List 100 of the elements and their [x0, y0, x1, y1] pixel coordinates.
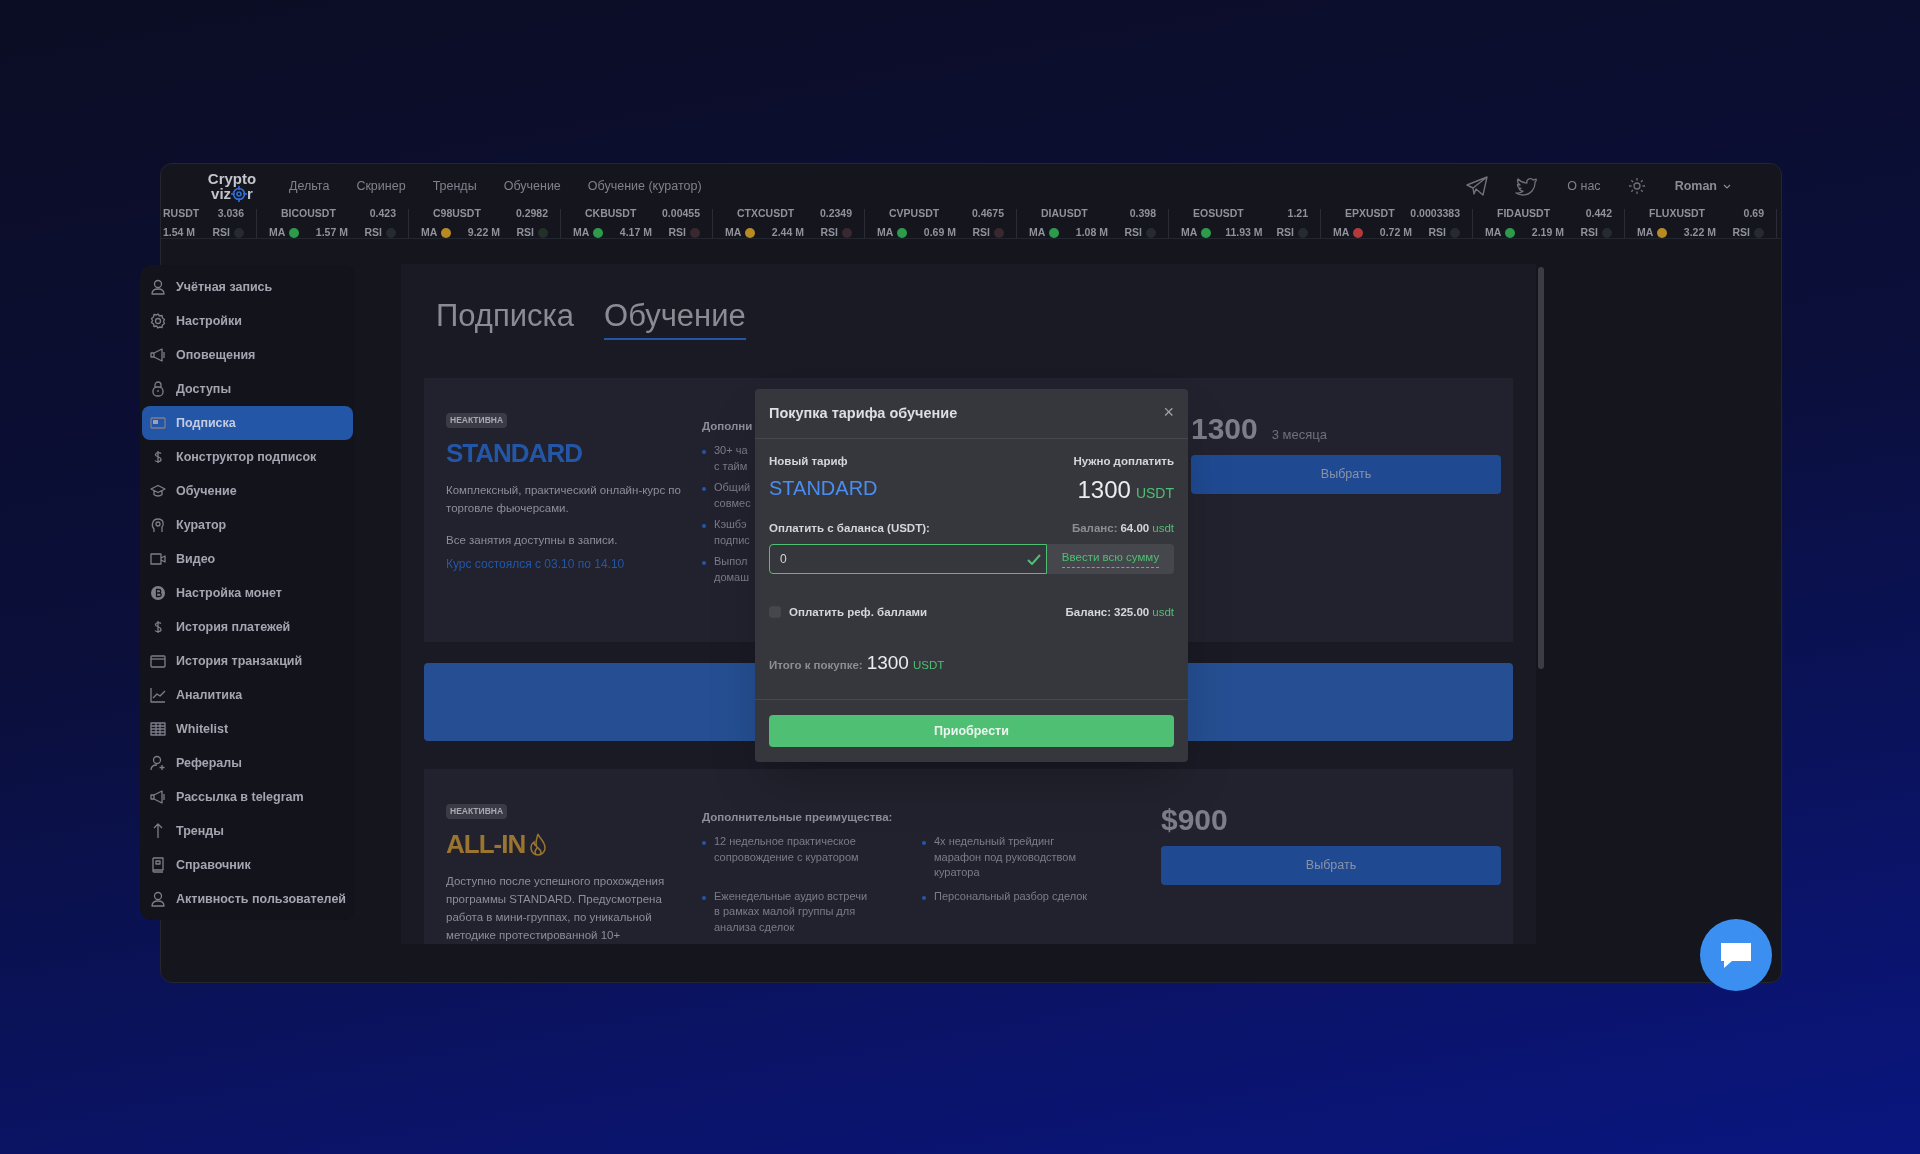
- sidebar-item[interactable]: История платежей: [142, 610, 353, 644]
- logo-text: r: [247, 186, 253, 202]
- ticker-volume: 1.57 M: [315, 224, 348, 238]
- currency-label: USDT: [912, 657, 945, 673]
- ticker-price: 0.69: [1743, 208, 1764, 222]
- rsi-label: RSI: [972, 224, 990, 238]
- sidebar-item[interactable]: Рефералы: [142, 746, 353, 780]
- ticker-volume: 4.17 M: [619, 224, 652, 238]
- sidebar-item[interactable]: Оповещения: [142, 338, 353, 372]
- currency-label: usdt: [1152, 604, 1174, 620]
- ticker-symbol: FLUXUSDT: [1649, 208, 1705, 222]
- sidebar-item[interactable]: Обучение: [142, 474, 353, 508]
- ticker-symbol: DIAUSDT: [1041, 208, 1088, 222]
- nav-link[interactable]: Скринер: [356, 176, 406, 196]
- ticker-volume: 0.72 M: [1379, 224, 1412, 238]
- balance-label: Баланс:: [1065, 604, 1112, 620]
- rsi-label: RSI: [212, 224, 230, 238]
- benefit-text: Кэшбэ подпис: [714, 517, 750, 548]
- benefit-text: 12 недельное практическое сопровождение с куратором: [714, 834, 859, 865]
- ticker-symbol: EPXUSDT: [1345, 208, 1395, 222]
- plan-name: ALL-IN: [446, 828, 526, 861]
- close-button[interactable]: ×: [1163, 402, 1174, 421]
- amount-value: 1300: [1077, 475, 1131, 506]
- ticker-volume: 9.22 M: [467, 224, 500, 238]
- ticker-volume: 1.08 M: [1075, 224, 1108, 238]
- rsi-label: RSI: [364, 224, 382, 238]
- ticker-symbol: C98USDT: [433, 208, 481, 222]
- field-label: Новый тариф: [769, 454, 849, 469]
- date-note: Курс состоялся с 03.10 по 14.10: [446, 556, 626, 573]
- ma-label: MA: [725, 224, 742, 238]
- rsi-label: RSI: [1124, 224, 1142, 238]
- ticker-volume: 1.54 M: [163, 224, 196, 238]
- ma-label: MA: [573, 224, 590, 238]
- sidebar-item[interactable]: Аналитика: [142, 678, 353, 712]
- benefit-text: 30+ ча с тайм: [714, 443, 748, 474]
- benefits-heading: Дополнительные преимущества:: [702, 810, 894, 825]
- ticker-price: 0.0003383: [1410, 208, 1460, 222]
- ticker-price: 0.442: [1585, 208, 1612, 222]
- plan-price: $900: [1161, 802, 1228, 838]
- sidebar-item[interactable]: Настройка монет: [142, 576, 353, 610]
- plan-description: Все занятия доступны в записи.: [446, 533, 619, 548]
- sidebar-item[interactable]: Whitelist: [142, 712, 353, 746]
- tab[interactable]: Обучение: [604, 298, 746, 340]
- sidebar-item[interactable]: История транзакций: [142, 644, 353, 678]
- ma-label: MA: [269, 224, 286, 238]
- plan-description: Доступно после успешного прохождения программы STANDARD. Предусмотрена работа в мини-группах, по уникальной методике протестированной 10+: [446, 874, 666, 943]
- nav-link[interactable]: Обучение: [503, 176, 561, 196]
- ticker-volume: 2.44 M: [771, 224, 804, 238]
- tab[interactable]: Подписка: [436, 298, 575, 340]
- ticker-symbol: CKBUSDT: [585, 208, 637, 222]
- dialog-title: Покупка тарифа обучение: [769, 403, 958, 423]
- nav-link[interactable]: Дельта: [289, 176, 330, 196]
- logo-text: viz: [211, 186, 232, 202]
- status-badge: НЕАКТИВНА: [446, 804, 508, 819]
- sidebar-item[interactable]: Справочник: [142, 848, 353, 882]
- ticker-price: 0.2982: [515, 208, 548, 222]
- nav-link[interactable]: Обучение (куратор): [587, 176, 702, 196]
- ma-label: MA: [1333, 224, 1350, 238]
- logo-text: Crypto: [207, 170, 257, 186]
- ma-label: MA: [1181, 224, 1198, 238]
- balance-value: 64.00: [1120, 521, 1150, 537]
- rsi-label: RSI: [516, 224, 534, 238]
- rsi-label: RSI: [1428, 224, 1446, 238]
- total-label: Итого к покупке:: [769, 657, 863, 673]
- rsi-label: RSI: [668, 224, 686, 238]
- sidebar-item[interactable]: Видео: [142, 542, 353, 576]
- fill-all-button[interactable]: Ввести всю сумму: [1047, 543, 1174, 574]
- sidebar-item[interactable]: Подписка: [142, 406, 353, 440]
- plan-price: 1300: [1191, 411, 1258, 447]
- sidebar-item[interactable]: Куратор: [142, 508, 353, 542]
- ticker-symbol: EOSUSDT: [1193, 208, 1244, 222]
- sidebar-item[interactable]: Конструктор подписок: [142, 440, 353, 474]
- sidebar-item[interactable]: Учётная запись: [142, 270, 353, 304]
- balance-value: 325.00: [1114, 604, 1150, 620]
- ma-label: MA: [1485, 224, 1502, 238]
- ticker-symbol: BICOUSDT: [281, 208, 336, 222]
- benefit-text: 4х недельный трейдинг марафон под руководством куратора: [934, 834, 1077, 881]
- ticker-symbol: FIDAUSDT: [1497, 208, 1551, 222]
- user-menu[interactable]: Roman: [1674, 176, 1731, 196]
- sidebar-item[interactable]: Доступы: [142, 372, 353, 406]
- plan-description: Комплексный, практический онлайн-курс по торговле фьючерсами.: [446, 483, 682, 516]
- ma-label: MA: [1029, 224, 1046, 238]
- amount-field[interactable]: 0: [769, 543, 1047, 574]
- sidebar-item[interactable]: Рассылка в telegram: [142, 780, 353, 814]
- benefit-text: Выпол домаш: [714, 554, 750, 585]
- ticker-price: 0.00455: [662, 208, 700, 222]
- ticker-symbol: CTXCUSDT: [737, 208, 795, 222]
- ma-label: MA: [421, 224, 438, 238]
- rsi-label: RSI: [1580, 224, 1598, 238]
- ticker-price: 3.036: [217, 208, 244, 222]
- ticker-price: 0.423: [369, 208, 396, 222]
- sidebar-item[interactable]: Тренды: [142, 814, 353, 848]
- nav-link[interactable]: Тренды: [432, 176, 477, 196]
- ma-label: MA: [1637, 224, 1654, 238]
- plan-name: STANDARD: [769, 476, 878, 502]
- sidebar-item[interactable]: Активность пользователей: [142, 882, 353, 916]
- ticker-volume: 11.93 M: [1225, 224, 1263, 238]
- currency-label: USDT: [1135, 484, 1174, 504]
- sidebar-item[interactable]: Настройки: [142, 304, 353, 338]
- about-link[interactable]: О нас: [1567, 176, 1601, 196]
